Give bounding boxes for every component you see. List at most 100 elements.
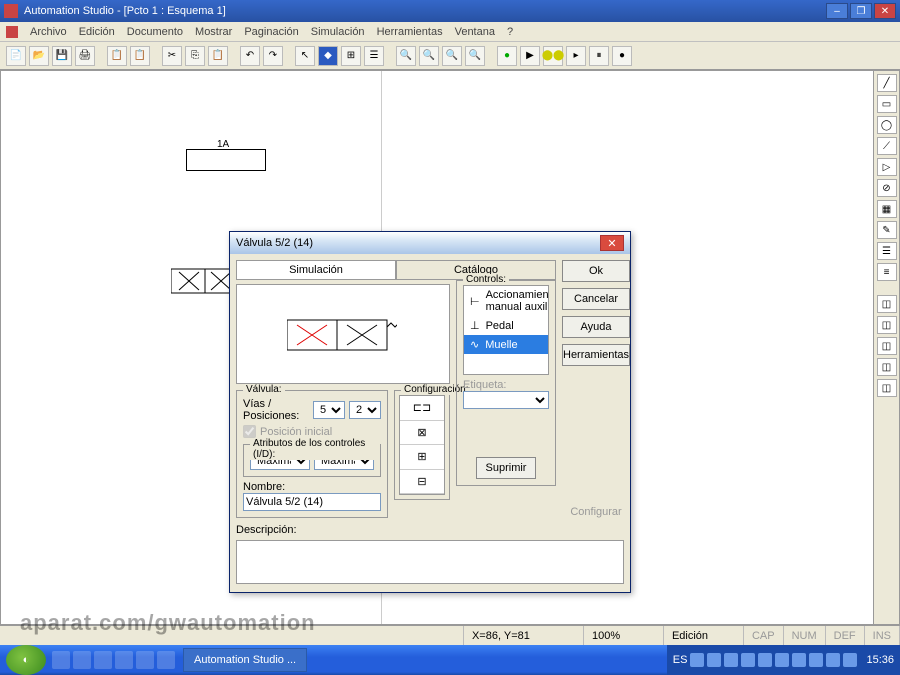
- tray-icon[interactable]: [690, 653, 704, 667]
- tools-button[interactable]: Herramientas: [562, 344, 630, 366]
- maximize-button[interactable]: ❐: [850, 3, 872, 19]
- rtool-align-icon[interactable]: ≡: [877, 263, 897, 281]
- menu-edicion[interactable]: Edición: [79, 26, 115, 38]
- tool-select-icon[interactable]: ◆: [318, 46, 338, 66]
- tray-icon[interactable]: [775, 653, 789, 667]
- menu-bar: Archivo Edición Documento Mostrar Pagina…: [0, 22, 900, 42]
- config-item[interactable]: ⊞: [400, 445, 444, 470]
- taskbar: ◐ Automation Studio ... ES 15:36: [0, 645, 900, 675]
- menu-simulacion[interactable]: Simulación: [311, 26, 365, 38]
- rtool-image-icon[interactable]: ▦: [877, 200, 897, 218]
- rtool-circle-icon[interactable]: ◯: [877, 116, 897, 134]
- tool-zoomfit-icon[interactable]: 🔍: [442, 46, 462, 66]
- help-button[interactable]: Ayuda: [562, 316, 630, 338]
- ql-icon[interactable]: [157, 651, 175, 669]
- tool-undo-icon[interactable]: ↶: [240, 46, 260, 66]
- tool-save-icon[interactable]: 💾: [52, 46, 72, 66]
- minimize-button[interactable]: –: [826, 3, 848, 19]
- config-item[interactable]: ⊠: [400, 421, 444, 446]
- status-cap: CAP: [744, 626, 784, 645]
- tray-icon[interactable]: [707, 653, 721, 667]
- cylinder-symbol[interactable]: [186, 149, 266, 171]
- tab-simulacion[interactable]: Simulación: [236, 260, 396, 280]
- tray-icon[interactable]: [809, 653, 823, 667]
- vias-select[interactable]: 5: [313, 401, 345, 419]
- nombre-input[interactable]: [243, 493, 381, 511]
- tray-icon[interactable]: [741, 653, 755, 667]
- tray-icon[interactable]: [724, 653, 738, 667]
- cancel-button[interactable]: Cancelar: [562, 288, 630, 310]
- rtool-g4-icon[interactable]: ◫: [877, 358, 897, 376]
- lang-indicator[interactable]: ES: [673, 654, 688, 666]
- tool-zoomout-icon[interactable]: 🔍: [419, 46, 439, 66]
- control-item-accionamiento[interactable]: ⊢Accionamiento manual auxilia: [464, 286, 548, 316]
- ql-icon[interactable]: [52, 651, 70, 669]
- tool-sim2-icon[interactable]: ▸: [566, 46, 586, 66]
- menu-documento[interactable]: Documento: [127, 26, 183, 38]
- tool-layer-icon[interactable]: ☰: [364, 46, 384, 66]
- status-zoom: 100%: [584, 626, 664, 645]
- tool-doc1-icon[interactable]: 📋: [107, 46, 127, 66]
- clock[interactable]: 15:36: [866, 654, 894, 666]
- tool-sim1-icon[interactable]: ⬤⬤: [543, 46, 563, 66]
- tray-icon[interactable]: [792, 653, 806, 667]
- rtool-rect-icon[interactable]: ▭: [877, 95, 897, 113]
- rtool-line-icon[interactable]: ╱: [877, 74, 897, 92]
- tool-pause-icon[interactable]: ⏸: [589, 46, 609, 66]
- control-item-muelle[interactable]: ∿Muelle: [464, 335, 548, 354]
- tool-doc2-icon[interactable]: 📋: [130, 46, 150, 66]
- ok-button[interactable]: Ok: [562, 260, 630, 282]
- start-button[interactable]: ◐: [6, 645, 46, 675]
- tool-pointer-icon[interactable]: ↖: [295, 46, 315, 66]
- menu-paginacion[interactable]: Paginación: [244, 26, 298, 38]
- tool-open-icon[interactable]: 📂: [29, 46, 49, 66]
- tool-paste-icon[interactable]: 📋: [208, 46, 228, 66]
- tray-icon[interactable]: [826, 653, 840, 667]
- vias-pos-label: Vías / Posiciones:: [243, 398, 309, 422]
- tool-run-icon[interactable]: ●: [497, 46, 517, 66]
- tool-cut-icon[interactable]: ✂: [162, 46, 182, 66]
- tool-new-icon[interactable]: 📄: [6, 46, 26, 66]
- rtool-brush-icon[interactable]: ✎: [877, 221, 897, 239]
- tool-grid-icon[interactable]: ⊞: [341, 46, 361, 66]
- tool-zoomwin-icon[interactable]: 🔍: [465, 46, 485, 66]
- controls-list[interactable]: ⊢Accionamiento manual auxilia ⊥Pedal ∿Mu…: [463, 285, 549, 375]
- menu-archivo[interactable]: Archivo: [30, 26, 67, 38]
- rtool-text-icon[interactable]: ⊘: [877, 179, 897, 197]
- config-item[interactable]: ⊏⊐: [400, 396, 444, 421]
- pos-select[interactable]: 2: [349, 401, 381, 419]
- ql-icon[interactable]: [94, 651, 112, 669]
- config-item[interactable]: ⊟: [400, 470, 444, 495]
- tool-zoomin-icon[interactable]: 🔍: [396, 46, 416, 66]
- tool-copy-icon[interactable]: ⎘: [185, 46, 205, 66]
- rtool-g2-icon[interactable]: ◫: [877, 316, 897, 334]
- suprimir-button[interactable]: Suprimir: [476, 457, 536, 479]
- rtool-table-icon[interactable]: ☰: [877, 242, 897, 260]
- close-button[interactable]: ✕: [874, 3, 896, 19]
- menu-help[interactable]: ?: [507, 26, 513, 38]
- rtool-g3-icon[interactable]: ◫: [877, 337, 897, 355]
- rtool-g5-icon[interactable]: ◫: [877, 379, 897, 397]
- tray-icon[interactable]: [843, 653, 857, 667]
- rtool-poly-icon[interactable]: ▷: [877, 158, 897, 176]
- ql-icon[interactable]: [73, 651, 91, 669]
- ql-icon[interactable]: [115, 651, 133, 669]
- ql-icon[interactable]: [136, 651, 154, 669]
- taskbar-app[interactable]: Automation Studio ...: [183, 648, 307, 672]
- tool-redo-icon[interactable]: ↷: [263, 46, 283, 66]
- dialog-close-button[interactable]: ✕: [600, 235, 624, 251]
- etiqueta-select[interactable]: [463, 391, 549, 409]
- pos-inicial-checkbox[interactable]: [243, 425, 256, 438]
- tray-icon[interactable]: [758, 653, 772, 667]
- menu-herramientas[interactable]: Herramientas: [377, 26, 443, 38]
- control-item-pedal[interactable]: ⊥Pedal: [464, 316, 548, 335]
- tool-step-icon[interactable]: ▶: [520, 46, 540, 66]
- rtool-g1-icon[interactable]: ◫: [877, 295, 897, 313]
- menu-ventana[interactable]: Ventana: [455, 26, 495, 38]
- menu-mostrar[interactable]: Mostrar: [195, 26, 232, 38]
- description-box[interactable]: [236, 540, 624, 584]
- config-list[interactable]: ⊏⊐ ⊠ ⊞ ⊟: [399, 395, 445, 495]
- tool-print-icon[interactable]: 🖨: [75, 46, 95, 66]
- tool-stop-icon[interactable]: ●: [612, 46, 632, 66]
- rtool-arc-icon[interactable]: ⟋: [877, 137, 897, 155]
